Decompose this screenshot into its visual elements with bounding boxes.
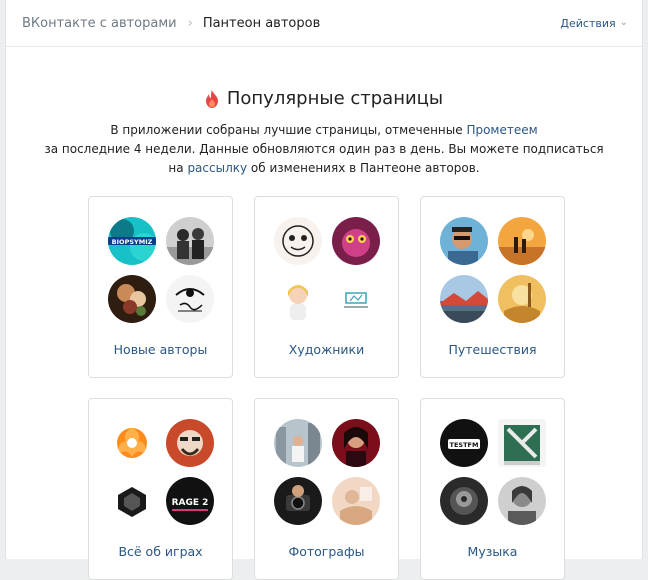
avatar	[332, 419, 380, 467]
category-card-games[interactable]: RAGE 2 Всё об играх	[88, 398, 233, 580]
svg-text:BIOPSYMIZ: BIOPSYMIZ	[112, 238, 153, 246]
category-card-artists[interactable]: Художники	[254, 196, 399, 378]
avatar	[166, 217, 214, 265]
breadcrumb-current: Пантеон авторов	[202, 15, 321, 31]
avatar	[498, 477, 546, 525]
breadcrumb-root-link[interactable]: ВКонтакте с авторами	[22, 16, 177, 31]
desc-text-3: на	[168, 160, 188, 175]
hero-section: Популярные страницы В приложении собраны…	[6, 47, 642, 178]
page-title-text: Популярные страницы	[226, 88, 444, 109]
avatar	[274, 275, 322, 323]
avatar-group: RAGE 2	[108, 419, 214, 525]
category-label: Новые авторы	[113, 342, 208, 357]
avatar	[274, 217, 322, 265]
category-card-photographers[interactable]: Фотографы	[254, 398, 399, 580]
flame-icon	[205, 89, 218, 108]
category-label: Музыка	[467, 544, 518, 559]
avatar-group	[274, 217, 380, 323]
avatar	[440, 217, 488, 265]
actions-label: Действия	[560, 16, 616, 30]
prometheus-link[interactable]: Прометеем	[466, 123, 537, 137]
avatar	[108, 275, 156, 323]
avatar	[274, 419, 322, 467]
category-card-travel[interactable]: Путешествия	[420, 196, 565, 378]
avatar: TESTFM	[440, 419, 488, 467]
category-card-music[interactable]: TESTFM Музыка	[420, 398, 565, 580]
svg-text:TESTFM: TESTFM	[450, 441, 479, 449]
category-label: Художники	[288, 342, 365, 357]
avatar: BIOPSYMIZ	[108, 217, 156, 265]
category-label: Фотографы	[288, 544, 365, 559]
top-bar: ВКонтакте с авторами › Пантеон авторов Д…	[6, 0, 642, 47]
category-label: Всё об играх	[118, 544, 203, 559]
avatar	[108, 419, 156, 467]
avatar	[108, 477, 156, 525]
desc-text-4: об изменениях в Пантеоне авторов.	[247, 160, 480, 175]
avatar	[166, 419, 214, 467]
avatar: RAGE 2	[166, 477, 214, 525]
avatar	[498, 217, 546, 265]
avatar	[332, 275, 380, 323]
page: ВКонтакте с авторами › Пантеон авторов Д…	[5, 0, 643, 580]
category-card-new-authors[interactable]: BIOPSYMIZ Новые авторы	[88, 196, 233, 378]
desc-text-1: В приложении собраны лучшие страницы, от…	[110, 122, 467, 137]
avatar	[332, 477, 380, 525]
avatar	[166, 275, 214, 323]
avatar-group: TESTFM	[440, 419, 546, 525]
page-title: Популярные страницы	[205, 88, 443, 109]
avatar	[498, 275, 546, 323]
svg-text:RAGE 2: RAGE 2	[172, 498, 209, 508]
avatar	[498, 419, 546, 467]
avatar	[274, 477, 322, 525]
page-description: В приложении собраны лучшие страницы, от…	[6, 121, 642, 178]
category-label: Путешествия	[448, 342, 537, 357]
chevron-down-icon: ⌄	[619, 16, 628, 28]
avatar	[332, 217, 380, 265]
actions-dropdown[interactable]: Действия ⌄	[560, 17, 628, 30]
avatar-group	[440, 217, 546, 323]
desc-text-2: за последние 4 недели. Данные обновляютс…	[44, 141, 604, 156]
avatar	[440, 477, 488, 525]
avatar	[440, 275, 488, 323]
avatar-group	[274, 419, 380, 525]
avatar-group: BIOPSYMIZ	[108, 217, 214, 323]
breadcrumb-separator: ›	[187, 15, 193, 31]
newsletter-link[interactable]: рассылку	[187, 161, 247, 175]
